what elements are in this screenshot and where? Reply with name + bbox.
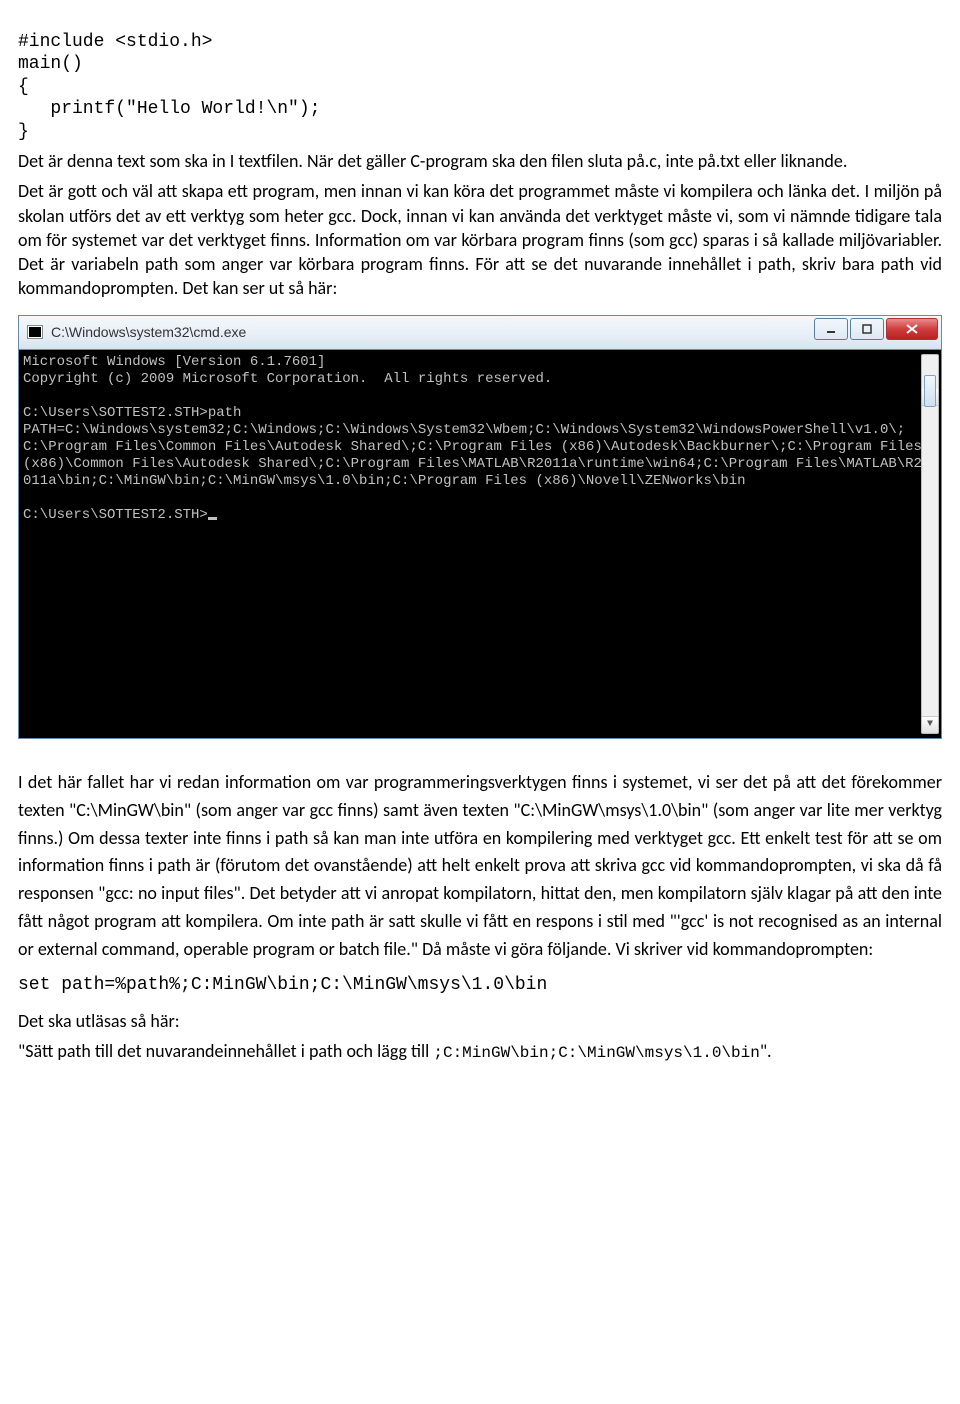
paragraph: Det är denna text som ska in I textfilen… xyxy=(18,149,942,173)
cmd-window: C:\Windows\system32\cmd.exe Microsoft Wi… xyxy=(18,315,942,739)
terminal-body[interactable]: Microsoft Windows [Version 6.1.7601] Cop… xyxy=(19,350,941,738)
close-button[interactable] xyxy=(886,318,938,340)
command-line: set path=%path%;C:MinGW\bin;C:\MinGW\msy… xyxy=(18,974,942,997)
minimize-button[interactable] xyxy=(814,318,848,340)
close-icon xyxy=(906,324,918,334)
paragraph: I det här fallet har vi redan informatio… xyxy=(18,769,942,964)
text-span: "Sätt path till det nuvarandeinnehållet … xyxy=(18,1040,433,1062)
terminal-output: Microsoft Windows [Version 6.1.7601] Cop… xyxy=(23,354,930,524)
scroll-thumb[interactable] xyxy=(924,375,936,407)
maximize-icon xyxy=(862,324,872,334)
window-title: C:\Windows\system32\cmd.exe xyxy=(51,323,246,342)
cmd-icon xyxy=(27,325,43,339)
maximize-button[interactable] xyxy=(850,318,884,340)
code-line: { xyxy=(18,77,29,97)
cursor xyxy=(208,517,217,520)
minimize-icon xyxy=(826,324,836,334)
code-line: #include <stdio.h> xyxy=(18,32,212,52)
code-block: #include <stdio.h> main() { printf("Hell… xyxy=(18,8,942,143)
code-line: main() xyxy=(18,54,83,74)
scroll-down-button[interactable]: ▼ xyxy=(922,716,938,733)
paragraph: Det ska utläsas så här: xyxy=(18,1009,942,1033)
window-buttons xyxy=(814,318,938,340)
code-line: } xyxy=(18,122,29,142)
code-line: printf("Hello World!\n"); xyxy=(18,99,320,119)
text-span: ". xyxy=(760,1040,772,1062)
scrollbar[interactable]: ▲ ▼ xyxy=(921,354,939,734)
paragraph: Det är gott och väl att skapa ett progra… xyxy=(18,179,942,300)
inline-code: ;C:MinGW\bin;C:\MinGW\msys\1.0\bin xyxy=(433,1044,759,1062)
window-titlebar[interactable]: C:\Windows\system32\cmd.exe xyxy=(19,316,941,350)
paragraph: "Sätt path till det nuvarandeinnehållet … xyxy=(18,1039,942,1063)
